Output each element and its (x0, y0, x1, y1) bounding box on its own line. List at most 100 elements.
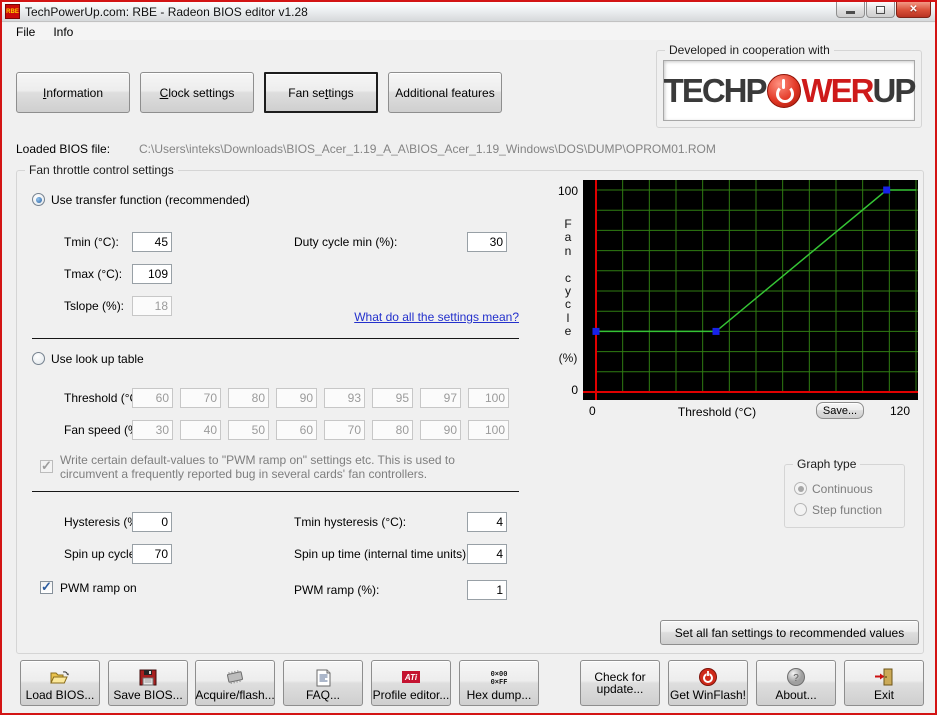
x-axis-label: Threshold (°C) (677, 405, 757, 419)
graph-type-groupbox: Graph type (784, 457, 905, 528)
question-icon: ? (786, 667, 806, 687)
about-button[interactable]: ? About... (756, 660, 836, 706)
menu-file[interactable]: File (7, 24, 44, 40)
window-title: TechPowerUp.com: RBE - Radeon BIOS edito… (25, 4, 308, 19)
fan-throttle-group-label: Fan throttle control settings (25, 163, 178, 177)
tab-additional-features[interactable]: Additional features (388, 72, 502, 113)
threshold-input-6 (372, 388, 413, 408)
profile-editor-button[interactable]: ATi Profile editor... (371, 660, 451, 706)
threshold-input-3 (228, 388, 269, 408)
faq-button[interactable]: FAQ... (283, 660, 363, 706)
techpowerup-logo: TECHP WER UP (663, 60, 917, 121)
hex-icon: 0×00 0×FF (486, 667, 512, 687)
partner-groupbox: Developed in cooperation with TECHP WER UP (656, 43, 922, 128)
tmin-hysteresis-input[interactable] (467, 512, 507, 532)
menu-info[interactable]: Info (44, 24, 82, 40)
pwm-ramp-input[interactable] (467, 580, 507, 600)
fanspeed-input-6 (372, 420, 413, 440)
spin-up-time-input[interactable] (467, 544, 507, 564)
fanspeed-input-1 (132, 420, 173, 440)
loaded-bios-path: C:\Users\inteks\Downloads\BIOS_Acer_1.19… (139, 142, 716, 156)
fanspeed-input-3 (228, 420, 269, 440)
tslope-label: Tslope (%): (64, 299, 125, 313)
set-recommended-values-button[interactable]: Set all fan settings to recommended valu… (660, 620, 919, 645)
get-winflash-button[interactable]: Get WinFlash! (668, 660, 748, 706)
power-button-icon (766, 73, 801, 108)
use-lookup-table-radio[interactable] (32, 352, 45, 365)
tmax-input[interactable] (132, 264, 172, 284)
load-bios-button[interactable]: Load BIOS... (20, 660, 100, 706)
svg-text:?: ? (793, 673, 799, 684)
x-tick-120: 120 (890, 404, 911, 418)
tmin-input[interactable] (132, 232, 172, 252)
save-graph-button[interactable]: Save... (816, 402, 864, 419)
y-tick-0: 0 (571, 383, 578, 397)
threshold-input-8 (468, 388, 509, 408)
loaded-bios-label: Loaded BIOS file: (16, 142, 111, 156)
minimize-button[interactable] (836, 2, 865, 18)
tslope-input (132, 296, 172, 316)
fanspeed-input-2 (180, 420, 221, 440)
tab-fan-settings[interactable]: Fan settings (264, 72, 378, 113)
threshold-input-4 (276, 388, 317, 408)
fanspeed-input-8 (468, 420, 509, 440)
spin-up-cycle-input[interactable] (132, 544, 172, 564)
tmin-hysteresis-label: Tmin hysteresis (°C): (294, 515, 407, 529)
hysteresis-input[interactable] (132, 512, 172, 532)
use-transfer-function-radio[interactable] (32, 193, 45, 206)
x-tick-0: 0 (589, 404, 596, 418)
check-for-update-button[interactable]: Check for update... (580, 660, 660, 706)
pwm-defaults-checkbox-label: Write certain default-values to "PWM ram… (60, 453, 455, 481)
graph-type-continuous-label: Continuous (812, 482, 873, 496)
threshold-input-5 (324, 388, 365, 408)
logo-text-left: TECHP (663, 72, 768, 109)
close-icon: ✕ (909, 4, 918, 15)
duty-cycle-min-input[interactable] (467, 232, 507, 252)
logo-text-right: UP (872, 72, 917, 109)
pwm-ramp-on-checkbox[interactable] (40, 579, 53, 595)
graph-type-step-radio (794, 503, 807, 516)
fanspeed-input-7 (420, 420, 461, 440)
y-axis-label: F a n c y c l e (%) (558, 217, 578, 366)
pwm-ramp-label: PWM ramp (%): (294, 583, 380, 597)
save-bios-button[interactable]: Save BIOS... (108, 660, 188, 706)
use-lookup-table-label: Use look up table (51, 352, 144, 366)
hex-dump-button[interactable]: 0×00 0×FF Hex dump... (459, 660, 539, 706)
pwm-defaults-checkbox (40, 458, 53, 474)
graph-type-continuous-radio (794, 482, 807, 495)
graph-type-step-label: Step function (812, 503, 883, 517)
tmax-label: Tmax (°C): (64, 267, 123, 281)
tab-clock-settings[interactable]: Clock settings (140, 72, 254, 113)
y-tick-100: 100 (557, 184, 578, 198)
ati-icon: ATi (400, 667, 422, 687)
close-button[interactable]: ✕ (896, 2, 931, 18)
logo-text-mid: WER (801, 72, 875, 109)
minimize-icon (846, 10, 855, 14)
maximize-button[interactable] (866, 2, 895, 18)
app-window: RBE TechPowerUp.com: RBE - Radeon BIOS e… (0, 0, 937, 715)
exit-button[interactable]: Exit (844, 660, 924, 706)
title-bar[interactable]: RBE TechPowerUp.com: RBE - Radeon BIOS e… (2, 2, 935, 22)
threshold-input-1 (132, 388, 173, 408)
fanspeed-input-4 (276, 420, 317, 440)
acquire-flash-button[interactable]: Acquire/flash... (195, 660, 275, 706)
graph-type-label: Graph type (793, 457, 861, 471)
settings-help-link[interactable]: What do all the settings mean? (302, 310, 519, 324)
fan-curve-plot[interactable] (583, 180, 918, 400)
svg-text:0×FF: 0×FF (491, 679, 508, 686)
floppy-icon (138, 667, 158, 687)
threshold-input-2 (180, 388, 221, 408)
fanspeed-input-5 (324, 420, 365, 440)
menu-bar: File Info (2, 23, 935, 40)
tab-information[interactable]: Information (16, 72, 130, 113)
maximize-icon (876, 5, 885, 14)
pwm-ramp-on-label: PWM ramp on (60, 581, 137, 595)
separator (32, 491, 519, 492)
threshold-input-7 (420, 388, 461, 408)
spin-up-time-label: Spin up time (internal time units): (294, 547, 470, 561)
partner-caption: Developed in cooperation with (665, 43, 834, 57)
power-icon (698, 667, 718, 687)
document-icon (314, 667, 332, 687)
tmin-label: Tmin (°C): (64, 235, 119, 249)
open-folder-icon (49, 667, 71, 687)
